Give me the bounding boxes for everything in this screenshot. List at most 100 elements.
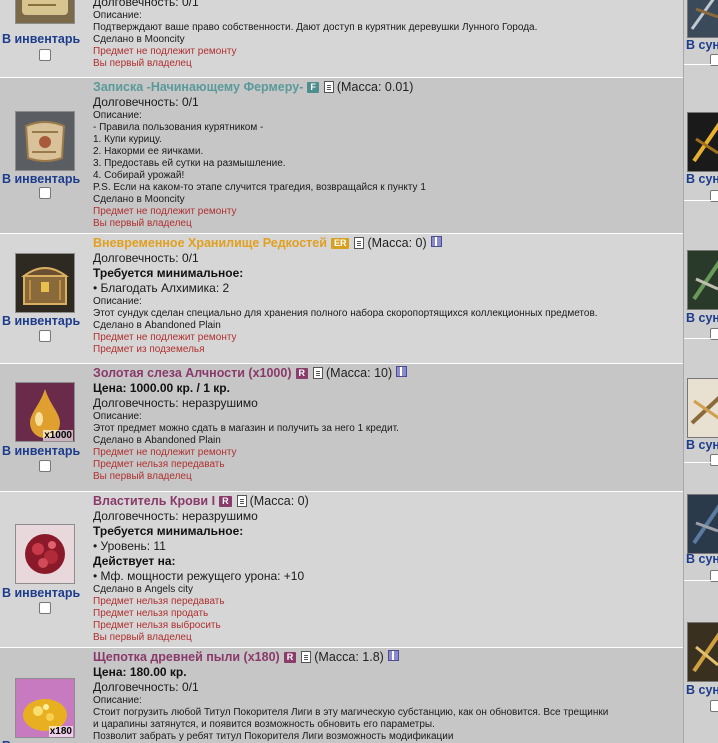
divider	[684, 580, 718, 581]
item-property: - Правила пользования курятником -	[93, 122, 264, 133]
gift-icon	[387, 650, 399, 661]
item-controls: В инвентарь	[0, 0, 90, 77]
to-inventory-link[interactable]: В инвентарь	[2, 586, 90, 600]
item-controls: В инвентарь	[0, 492, 90, 647]
inventory-item-row: x180 В инвентарь Щепотка древней пыли (x18…	[0, 648, 683, 743]
inventory-item-row: В инвентарь Долговечность: 0/1 Описание: По…	[0, 0, 683, 78]
item-property: Стоит погрузить любой Титул Покорителя Л…	[93, 707, 609, 718]
to-inventory-link[interactable]: В инвентарь	[2, 444, 90, 458]
item-title: Золотая слеза Алчности (x1000) R (Масса: 1…	[93, 365, 679, 381]
to-chest-link[interactable]: В сун	[686, 311, 718, 325]
to-chest-link[interactable]: В сун	[686, 552, 718, 566]
select-checkbox[interactable]	[39, 330, 51, 342]
note-scroll-icon[interactable]	[15, 111, 75, 171]
item-details: Властитель Крови I R (Масса: 0) Долговечнос…	[93, 493, 679, 644]
to-chest-link[interactable]: В сун	[686, 438, 718, 452]
treasure-chest-icon[interactable]	[15, 253, 75, 313]
item-name[interactable]: Вневременное Хранилище Редкостей	[93, 236, 327, 250]
to-chest-link[interactable]: В сун	[686, 172, 718, 186]
dark-crossbow-icon[interactable]	[687, 494, 718, 554]
document-icon[interactable]	[323, 81, 334, 93]
item-name[interactable]: Властитель Крови I	[93, 494, 215, 508]
item-quantity: x180	[48, 726, 73, 737]
item-flag: Предмет не подлежит ремонту	[93, 332, 237, 343]
item-property: Долговечность: 0/1	[93, 0, 199, 9]
item-property: Описание:	[93, 296, 142, 307]
item-flag: Предмет не подлежит ремонту	[93, 206, 237, 217]
item-title: Властитель Крови I R (Масса: 0)	[93, 493, 679, 509]
item-quantity: x1000	[43, 430, 73, 441]
item-property: Цена: 180.00 кр.	[93, 665, 187, 679]
green-crossbow-icon[interactable]	[687, 250, 718, 310]
crossbow-icon[interactable]	[687, 0, 718, 38]
item-property: Этот предмет можно сдать в магазин и пол…	[93, 423, 399, 434]
item-details: Вневременное Хранилище Редкостей ER (Масса…	[93, 235, 679, 356]
to-inventory-link[interactable]: В инвентарь	[2, 314, 90, 328]
chest-select-checkbox[interactable]	[710, 454, 718, 466]
item-flag: Предмет из подземелья	[93, 344, 205, 355]
blood-gem-icon[interactable]	[15, 524, 75, 584]
inventory-item-row: В инвентарь Вневременное Хранилище Редкос…	[0, 234, 683, 364]
golden-tear-icon[interactable]: x1000	[15, 382, 75, 442]
gift-icon	[430, 236, 442, 247]
document-icon[interactable]	[354, 237, 365, 249]
select-checkbox[interactable]	[39, 49, 51, 61]
item-property: Этот сундук сделан специально для хранен…	[93, 308, 598, 319]
document-icon[interactable]	[301, 651, 312, 663]
item-details: Записка -Начинающему Фермеру- F (Масса: 0.…	[93, 79, 679, 230]
item-property: • Благодать Алхимика: 2	[93, 281, 230, 295]
select-checkbox[interactable]	[39, 460, 51, 472]
item-property: Долговечность: 0/1	[93, 95, 199, 109]
item-flag: Предмет нельзя продать	[93, 608, 209, 619]
item-property: 2. Накорми ее яичками.	[93, 146, 204, 157]
to-inventory-link[interactable]: В инвентарь	[2, 32, 90, 46]
select-checkbox[interactable]	[39, 602, 51, 614]
gold-crossbow-icon[interactable]	[687, 622, 718, 682]
document-icon[interactable]	[313, 367, 323, 379]
item-mass: (Масса: 0.01)	[336, 80, 414, 94]
item-name[interactable]: Золотая слеза Алчности (x1000)	[93, 366, 292, 380]
rarity-badge: R	[219, 496, 232, 507]
item-property: Действует на:	[93, 554, 176, 568]
item-title: Вневременное Хранилище Редкостей ER (Масса…	[93, 235, 679, 251]
item-controls: В инвентарь	[0, 78, 90, 233]
item-flag: Предмет не подлежит ремонту	[93, 447, 237, 458]
item-flag: Вы первый владелец	[93, 58, 192, 69]
to-chest-link[interactable]: В сун	[686, 38, 718, 52]
item-flag: Предмет нельзя передавать	[93, 459, 225, 470]
ornate-crossbow-icon[interactable]	[687, 378, 718, 438]
inventory-item-row: В инвентарь Записка -Начинающему Фермеру-…	[0, 78, 683, 234]
item-property: Сделано в Mooncity	[93, 34, 185, 45]
item-mass: (Масса: 0)	[367, 236, 427, 250]
item-title: Щепотка древней пыли (x180) R (Масса: 1.8)	[93, 649, 679, 665]
to-inventory-link[interactable]: В инвентарь	[2, 172, 90, 186]
item-property: Долговечность: неразрушимо	[93, 509, 258, 523]
to-chest-link[interactable]: В сун	[686, 683, 718, 697]
inventory-item-row: x1000 В инвентарь Золотая слеза Алчности (…	[0, 364, 683, 492]
item-flag: Предмет не подлежит ремонту	[93, 46, 237, 57]
item-property: Сделано в Abandoned Plain	[93, 320, 221, 331]
to-inventory-link[interactable]: В инвентарь	[2, 739, 90, 743]
item-name[interactable]: Щепотка древней пыли (x180)	[93, 650, 280, 664]
chest-select-checkbox[interactable]	[710, 700, 718, 712]
item-property: • Уровень: 11	[93, 539, 166, 553]
item-mass: (Масса: 10)	[326, 366, 393, 380]
item-property: • Мф. мощности режущего урона: +10	[93, 569, 305, 583]
item-property: Долговечность: 0/1	[93, 251, 199, 265]
golden-crossbow-icon[interactable]	[687, 112, 718, 172]
item-property: Требуется минимальное:	[93, 524, 244, 538]
golden-dust-icon[interactable]: x180	[15, 678, 75, 738]
item-title: Записка -Начинающему Фермеру- F (Масса: 0.…	[93, 79, 679, 95]
item-property: Описание:	[93, 411, 142, 422]
select-checkbox[interactable]	[39, 187, 51, 199]
item-property: и царапины затянутся, и появится возможн…	[93, 719, 435, 730]
item-property: Подтверждают ваше право собственности. Д…	[93, 22, 538, 33]
item-name[interactable]: Записка -Начинающему Фермеру-	[93, 80, 303, 94]
document-icon[interactable]	[236, 495, 247, 507]
scroll-icon[interactable]	[15, 0, 75, 24]
item-property: 4. Собирай урожай!	[93, 170, 185, 181]
item-property: Цена: 1000.00 кр. / 1 кр.	[93, 381, 230, 395]
inventory-list: В инвентарь Долговечность: 0/1 Описание: По…	[0, 0, 684, 743]
item-flag: Вы первый владелец	[93, 218, 192, 229]
item-property: 1. Купи курицу.	[93, 134, 162, 145]
